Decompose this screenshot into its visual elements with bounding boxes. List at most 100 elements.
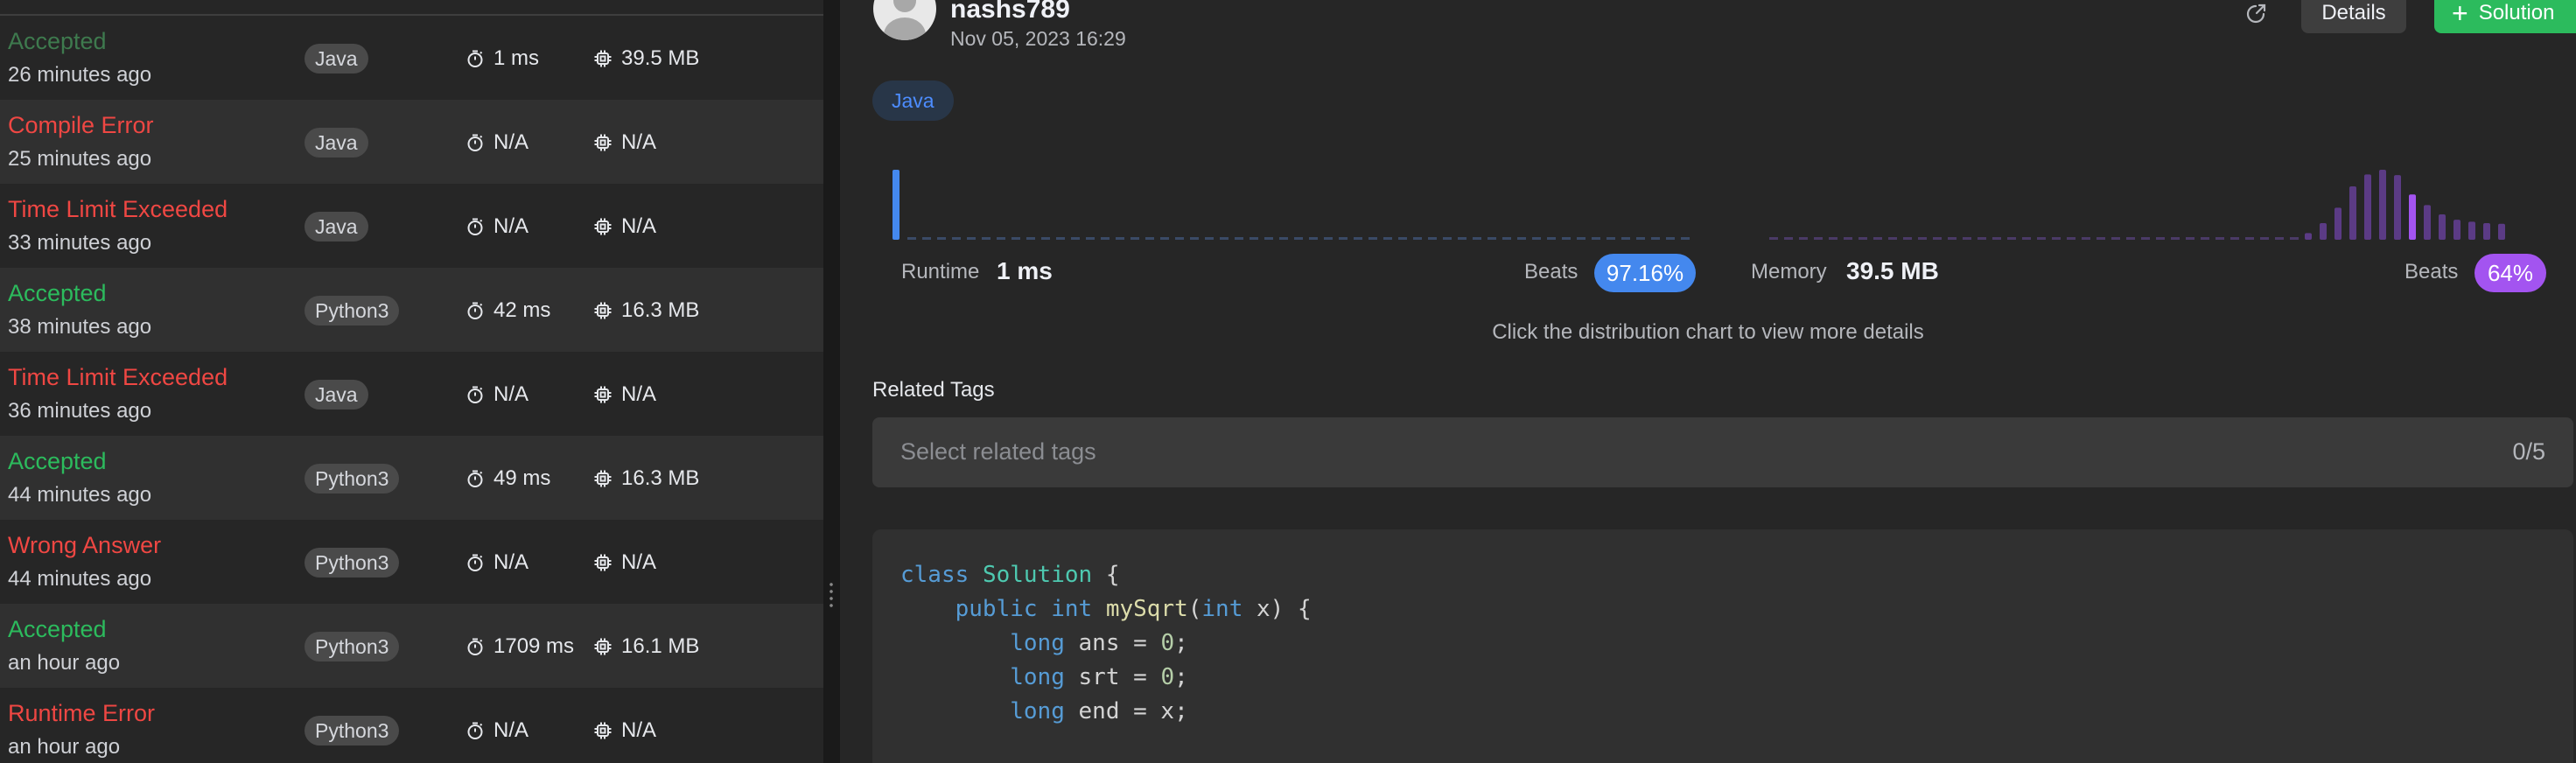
submission-time: an hour ago xyxy=(8,735,121,759)
distribution-bar xyxy=(1829,237,1838,240)
memory-beats-badge[interactable]: 64% xyxy=(2474,254,2546,292)
details-button[interactable]: Details xyxy=(2301,0,2406,33)
submission-row[interactable]: Time Limit Exceeded 36 minutes ago Java … xyxy=(0,352,823,436)
runtime-value: N/A xyxy=(494,130,529,154)
tags-count: 0/5 xyxy=(2512,438,2545,465)
memory-value: 39.5 MB xyxy=(621,46,700,70)
memory-chip-icon xyxy=(594,470,612,487)
distribution-bar xyxy=(2320,222,2327,240)
code-token: ; xyxy=(1174,664,1188,690)
distribution-bar xyxy=(1220,237,1228,240)
related-tags-select[interactable]: Select related tags 0/5 xyxy=(872,417,2573,487)
submission-row[interactable]: Wrong Answer 44 minutes ago Python3 N/A … xyxy=(0,520,823,604)
distribution-bar xyxy=(2007,237,2016,240)
runtime-value: 42 ms xyxy=(494,298,551,322)
solution-button[interactable]: + Solution xyxy=(2434,0,2576,33)
language-badge: Java xyxy=(304,128,368,158)
distribution-bar xyxy=(1443,237,1452,240)
distribution-bar xyxy=(2260,237,2269,240)
timer-icon xyxy=(467,554,483,571)
memory-cell: 39.5 MB xyxy=(593,44,699,74)
language-chip[interactable]: Java xyxy=(872,80,954,121)
username[interactable]: nashs789 xyxy=(950,0,1070,24)
distribution-bar xyxy=(2216,237,2224,240)
distribution-bar xyxy=(1651,237,1660,240)
memory-chip-icon xyxy=(594,50,612,67)
memory-cell: N/A xyxy=(593,716,656,746)
runtime-cell: 1 ms xyxy=(466,44,539,74)
memory-distribution-chart[interactable] xyxy=(1759,158,2546,245)
runtime-value: N/A xyxy=(494,550,529,574)
submission-status: Compile Error xyxy=(8,112,154,138)
submission-row[interactable]: Accepted 38 minutes ago Python3 42 ms 16… xyxy=(0,268,823,352)
submission-row[interactable]: Compile Error 25 minutes ago Java N/A N/… xyxy=(0,100,823,184)
memory-chip-icon xyxy=(594,218,612,235)
distribution-bar xyxy=(2037,237,2046,240)
distribution-bar xyxy=(2156,237,2165,240)
distribution-bar xyxy=(2022,237,2031,240)
distribution-bar xyxy=(1235,237,1243,240)
distribution-bar xyxy=(1592,237,1600,240)
code-token: end = x; xyxy=(1064,698,1188,724)
timer-icon xyxy=(467,386,483,403)
memory-value: 39.5 MB xyxy=(1846,257,1939,284)
runtime-cell: N/A xyxy=(466,212,528,242)
tags-placeholder: Select related tags xyxy=(900,438,1096,465)
runtime-value: 49 ms xyxy=(494,466,551,490)
avatar[interactable] xyxy=(873,0,936,40)
submission-row[interactable]: Accepted 44 minutes ago Python3 49 ms 16… xyxy=(0,436,823,520)
code-token: class xyxy=(900,562,970,588)
code-token: int xyxy=(1201,596,1243,622)
language-badge: Python3 xyxy=(304,464,400,494)
distribution-bar xyxy=(1071,237,1080,240)
submission-row[interactable]: Time Limit Exceeded 33 minutes ago Java … xyxy=(0,184,823,268)
code-line: long ans = 0; xyxy=(900,626,1312,661)
distribution-bar xyxy=(1577,237,1586,240)
code-line: class Solution { xyxy=(900,558,1312,592)
runtime-distribution-chart[interactable] xyxy=(882,158,1690,245)
distribution-bar xyxy=(1547,237,1556,240)
distribution-bar xyxy=(2052,237,2061,240)
distribution-bar xyxy=(1383,237,1392,240)
distribution-bar xyxy=(1116,237,1124,240)
timer-icon xyxy=(467,638,483,655)
code-line: public int mySqrt(int x) { xyxy=(900,592,1312,626)
code-token: { xyxy=(1092,562,1120,588)
distribution-bar xyxy=(2201,237,2209,240)
code-token: Solution xyxy=(982,562,1093,588)
distribution-bar xyxy=(1606,237,1615,240)
memory-value: 16.3 MB xyxy=(621,466,700,490)
distribution-bar xyxy=(2364,174,2371,240)
submission-row[interactable]: Accepted 26 minutes ago Java 1 ms 39.5 M… xyxy=(0,16,823,100)
distribution-bar xyxy=(1264,237,1273,240)
distribution-bar-highlight xyxy=(892,170,900,240)
distribution-bar xyxy=(2424,205,2431,240)
memory-cell: N/A xyxy=(593,380,656,410)
memory-value: N/A xyxy=(621,214,657,238)
submission-time: 44 minutes ago xyxy=(8,483,152,507)
panel-resize-handle[interactable] xyxy=(823,0,840,763)
code-token: long xyxy=(1010,698,1065,724)
code-viewer[interactable]: class Solution { public int mySqrt(int x… xyxy=(872,529,2573,763)
distribution-bar xyxy=(2245,237,2254,240)
distribution-bar xyxy=(2141,237,2150,240)
submission-status: Accepted xyxy=(8,616,107,642)
submission-row[interactable]: Accepted an hour ago Python3 1709 ms 16.… xyxy=(0,604,823,688)
distribution-bar xyxy=(1963,237,1971,240)
language-badge: Python3 xyxy=(304,296,400,326)
runtime-beats-badge[interactable]: 97.16% xyxy=(1594,254,1696,292)
code-token: ; xyxy=(1174,630,1188,656)
memory-cell: N/A xyxy=(593,548,656,578)
distribution-bar xyxy=(967,237,976,240)
distribution-bar xyxy=(1903,237,1912,240)
runtime-beats-label: Beats xyxy=(1524,260,1578,284)
runtime-value: N/A xyxy=(494,214,529,238)
submission-row[interactable]: Runtime Error an hour ago Python3 N/A N/… xyxy=(0,688,823,763)
share-button[interactable] xyxy=(2240,0,2272,30)
language-badge: Java xyxy=(304,44,368,74)
